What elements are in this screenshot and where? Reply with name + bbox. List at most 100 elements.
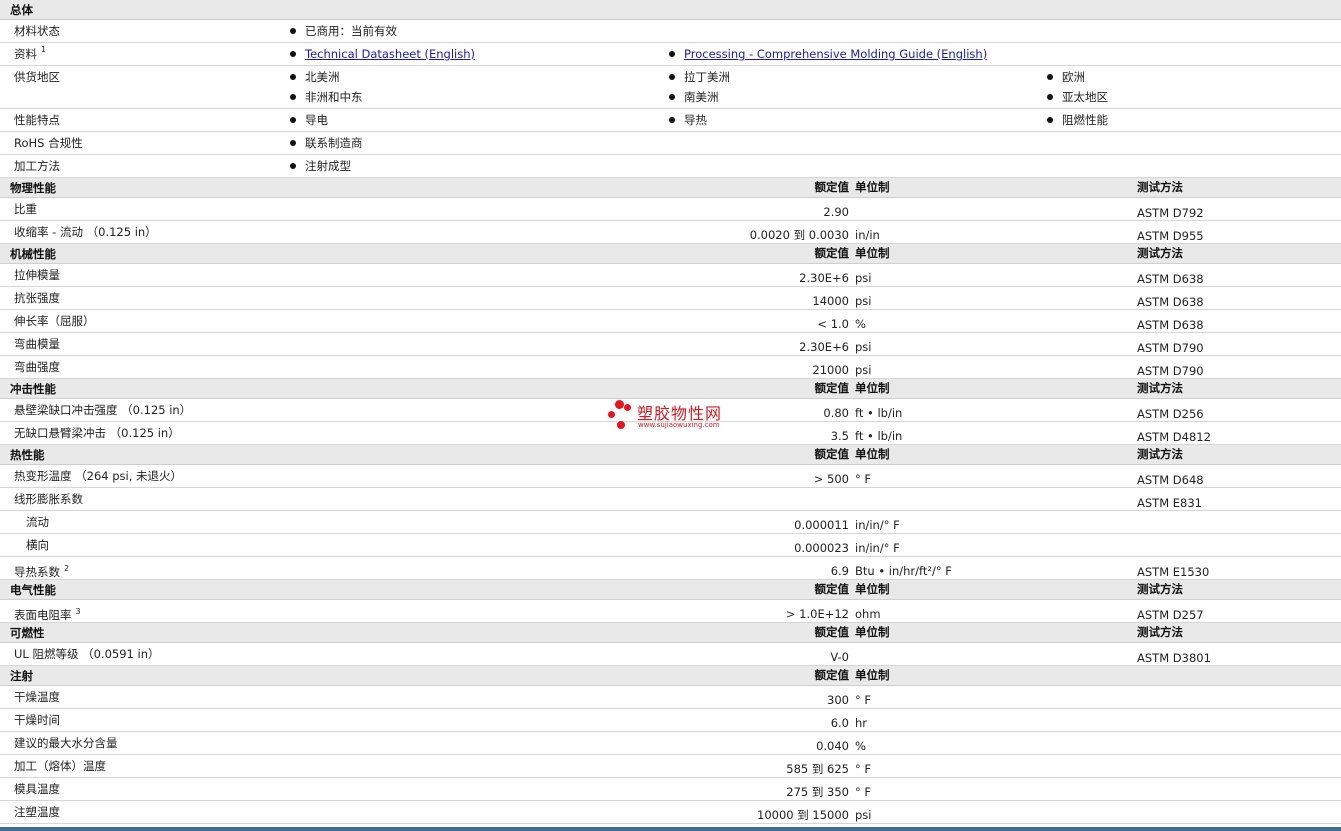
item-text: 亚太地区	[1062, 90, 1108, 104]
general-row: 加工方法 注射成型	[0, 155, 1341, 178]
general-row-label: 材料状态	[14, 24, 60, 38]
property-row: 模具温度 275 到 350 ° F	[0, 778, 1341, 801]
col-header-value: 额定值	[814, 447, 850, 461]
property-row: 拉伸模量 2.30E+6 psi ASTM D638	[0, 264, 1341, 287]
datasheet-link[interactable]: Technical Datasheet (English)	[305, 47, 475, 61]
bullet-icon	[1047, 73, 1053, 80]
item-text: 非洲和中东	[305, 90, 363, 104]
section-header: 热性能 额定值 单位制 测试方法	[0, 445, 1341, 465]
property-row: 干燥温度 300 ° F	[0, 686, 1341, 709]
property-row: 弯曲模量 2.30E+6 psi ASTM D790	[0, 333, 1341, 356]
item-text: 已商用：当前有效	[305, 24, 397, 38]
general-item: 亚太地区	[1047, 86, 1108, 109]
property-label: 伸长率（屈服）	[14, 314, 95, 328]
property-row: 横向 0.000023 in/in/° F	[0, 534, 1341, 557]
general-row-label: 供货地区	[14, 70, 60, 84]
general-row: 资料 1 Technical Datasheet (English) Processi…	[0, 43, 1341, 66]
section-title: 注射	[10, 669, 33, 683]
general-item: Technical Datasheet (English)	[290, 43, 475, 66]
col-header-test: 测试方法	[1137, 625, 1183, 639]
property-row: 线形膨胀系数 ASTM E831	[0, 488, 1341, 511]
property-label: 弯曲模量	[14, 337, 60, 351]
property-label: 比重	[14, 202, 37, 216]
section-header: 物理性能 额定值 单位制 测试方法	[0, 178, 1341, 198]
property-row: 表面电阻率 3 > 1.0E+12 ohm ASTM D257	[0, 600, 1341, 623]
bullet-icon	[290, 93, 296, 100]
property-label: 注塑温度	[14, 805, 60, 819]
general-row-label: 加工方法	[14, 159, 60, 173]
property-row: 热变形温度 （264 psi, 未退火） > 500 ° F ASTM D648	[0, 465, 1341, 488]
general-item: 注射成型	[290, 155, 351, 178]
bullet-icon	[290, 139, 296, 146]
bullet-icon	[1047, 93, 1053, 100]
col-header-unit: 单位制	[855, 180, 890, 194]
general-row: 材料状态 已商用：当前有效	[0, 20, 1341, 43]
property-label: 线形膨胀系数	[14, 492, 83, 506]
datasheet-link[interactable]: Processing - Comprehensive Molding Guide…	[684, 47, 987, 61]
bullet-icon	[669, 50, 675, 57]
general-item: 导热	[669, 109, 707, 132]
property-row: 导热系数 2 6.9 Btu • in/hr/ft²/° F ASTM E1530	[0, 557, 1341, 580]
property-row: 流动 0.000011 in/in/° F	[0, 511, 1341, 534]
section-header: 机械性能 额定值 单位制 测试方法	[0, 244, 1341, 264]
footnote-ref: 3	[75, 607, 81, 616]
bottom-bar	[0, 827, 1341, 831]
property-label: 热变形温度 （264 psi, 未退火）	[14, 469, 183, 483]
bullet-icon	[1047, 116, 1053, 123]
item-text: 阻燃性能	[1062, 113, 1108, 127]
property-value: 10000 到 15000	[757, 808, 849, 822]
item-text: 欧洲	[1062, 70, 1085, 84]
col-header-value: 额定值	[814, 582, 850, 596]
general-item: 联系制造商	[290, 132, 363, 155]
col-header-value: 额定值	[814, 625, 850, 639]
section-header: 冲击性能 额定值 单位制 测试方法	[0, 379, 1341, 399]
section-header: 可燃性 额定值 单位制 测试方法	[0, 623, 1341, 643]
section-title: 机械性能	[10, 247, 56, 261]
col-header-value: 额定值	[814, 668, 850, 682]
general-item: 阻燃性能	[1047, 109, 1108, 132]
section-title: 热性能	[10, 448, 45, 462]
general-item: 非洲和中东	[290, 86, 363, 109]
property-label: UL 阻燃等级 （0.0591 in）	[14, 647, 160, 661]
item-text: 联系制造商	[305, 136, 363, 150]
general-row-label: 资料	[14, 47, 37, 61]
item-text: 导热	[684, 113, 707, 127]
item-text: 北美洲	[305, 70, 340, 84]
section-header: 电气性能 额定值 单位制 测试方法	[0, 580, 1341, 600]
property-label: 模具温度	[14, 782, 60, 796]
section-title: 总体	[10, 3, 33, 17]
watermark-url: www.sujiaowuxing.com	[638, 421, 720, 429]
property-label: 横向	[26, 538, 49, 552]
section-header: 注射 额定值 单位制	[0, 666, 1341, 686]
bullet-icon	[290, 162, 296, 169]
col-header-test: 测试方法	[1137, 582, 1183, 596]
bullet-icon	[290, 73, 296, 80]
item-text: 南美洲	[684, 90, 719, 104]
bullet-icon	[669, 73, 675, 80]
property-label: 干燥时间	[14, 713, 60, 727]
property-label: 流动	[26, 515, 49, 529]
footnote-ref: 1	[41, 45, 47, 54]
section-title: 电气性能	[10, 583, 56, 597]
col-header-unit: 单位制	[855, 447, 890, 461]
col-header-test: 测试方法	[1137, 246, 1183, 260]
property-row: 弯曲强度 21000 psi ASTM D790	[0, 356, 1341, 379]
property-label: 悬壁梁缺口冲击强度 （0.125 in）	[14, 403, 192, 417]
property-label: 加工（熔体）温度	[14, 759, 106, 773]
col-header-unit: 单位制	[855, 668, 890, 682]
section-title: 可燃性	[10, 626, 45, 640]
property-row: UL 阻燃等级 （0.0591 in） V-0 ASTM D3801	[0, 643, 1341, 666]
property-row: 加工（熔体）温度 585 到 625 ° F	[0, 755, 1341, 778]
property-label: 拉伸模量	[14, 268, 60, 282]
bullet-icon	[290, 116, 296, 123]
item-text: 导电	[305, 113, 328, 127]
general-item: 导电	[290, 109, 328, 132]
general-row-label: 性能特点	[14, 113, 60, 127]
property-row: 干燥时间 6.0 hr	[0, 709, 1341, 732]
property-label: 干燥温度	[14, 690, 60, 704]
general-row: 性能特点 导电 导热 阻燃性能	[0, 109, 1341, 132]
col-header-unit: 单位制	[855, 381, 890, 395]
item-text: 拉丁美洲	[684, 70, 730, 84]
property-row: 伸长率（屈服） < 1.0% ASTM D638	[0, 310, 1341, 333]
property-label: 抗张强度	[14, 291, 60, 305]
